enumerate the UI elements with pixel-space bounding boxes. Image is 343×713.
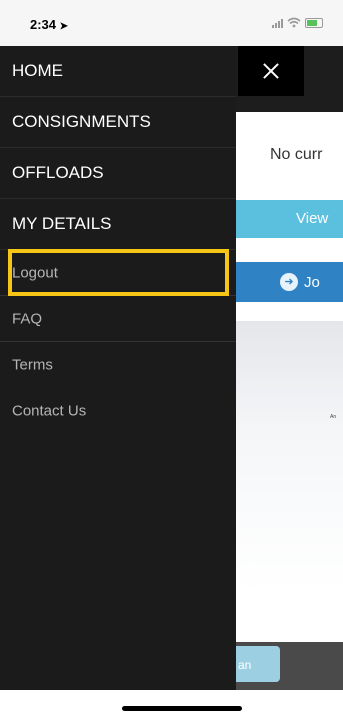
login-icon: ➜	[280, 273, 298, 291]
status-time-text: 2:34	[30, 17, 57, 32]
tiny-text: An	[330, 414, 337, 420]
menu-item-label: CONSIGNMENTS	[12, 112, 151, 131]
menu-item-logout[interactable]: Logout	[0, 250, 236, 296]
signal-icon	[272, 18, 283, 28]
menu-item-label: Contact Us	[12, 402, 87, 420]
wifi-icon	[287, 17, 301, 28]
menu-item-consignments[interactable]: CONSIGNMENTS	[0, 97, 236, 148]
side-menu: HOME CONSIGNMENTS OFFLOADS MY DETAILS Lo…	[0, 46, 236, 690]
background-page: S No curr View ➜ Jo An	[236, 46, 343, 642]
menu-item-my-details[interactable]: MY DETAILS	[0, 199, 236, 250]
join-button[interactable]: ➜ Jo	[236, 262, 343, 302]
join-button-label: Jo	[304, 274, 320, 291]
menu-item-label: MY DETAILS	[12, 214, 112, 233]
menu-item-label: Logout	[12, 264, 58, 281]
bottom-bar: an	[236, 642, 343, 690]
menu-item-contact-us[interactable]: Contact Us	[0, 388, 236, 434]
status-bar: 2:34 ➤	[0, 0, 343, 46]
bottom-button-label: an	[238, 658, 252, 672]
bottom-button[interactable]: an	[236, 646, 280, 682]
menu-item-label: FAQ	[12, 310, 43, 327]
view-button-label: View	[296, 210, 329, 227]
battery-icon	[305, 17, 323, 28]
no-current-message: No curr	[270, 146, 323, 163]
menu-item-terms[interactable]: Terms	[0, 342, 236, 388]
menu-item-home[interactable]: HOME	[0, 46, 236, 97]
view-button[interactable]: View	[236, 200, 343, 238]
menu-item-label: HOME	[12, 61, 63, 80]
status-icons	[272, 17, 323, 28]
menu-item-offloads[interactable]: OFFLOADS	[0, 148, 236, 199]
status-time: 2:34 ➤	[30, 17, 68, 32]
menu-item-faq[interactable]: FAQ	[0, 296, 236, 342]
home-indicator	[122, 706, 242, 711]
background-panel	[236, 321, 343, 593]
menu-item-label: OFFLOADS	[12, 163, 104, 182]
close-icon[interactable]	[238, 46, 304, 96]
location-arrow-icon: ➤	[59, 21, 69, 32]
menu-item-label: Terms	[12, 356, 53, 374]
